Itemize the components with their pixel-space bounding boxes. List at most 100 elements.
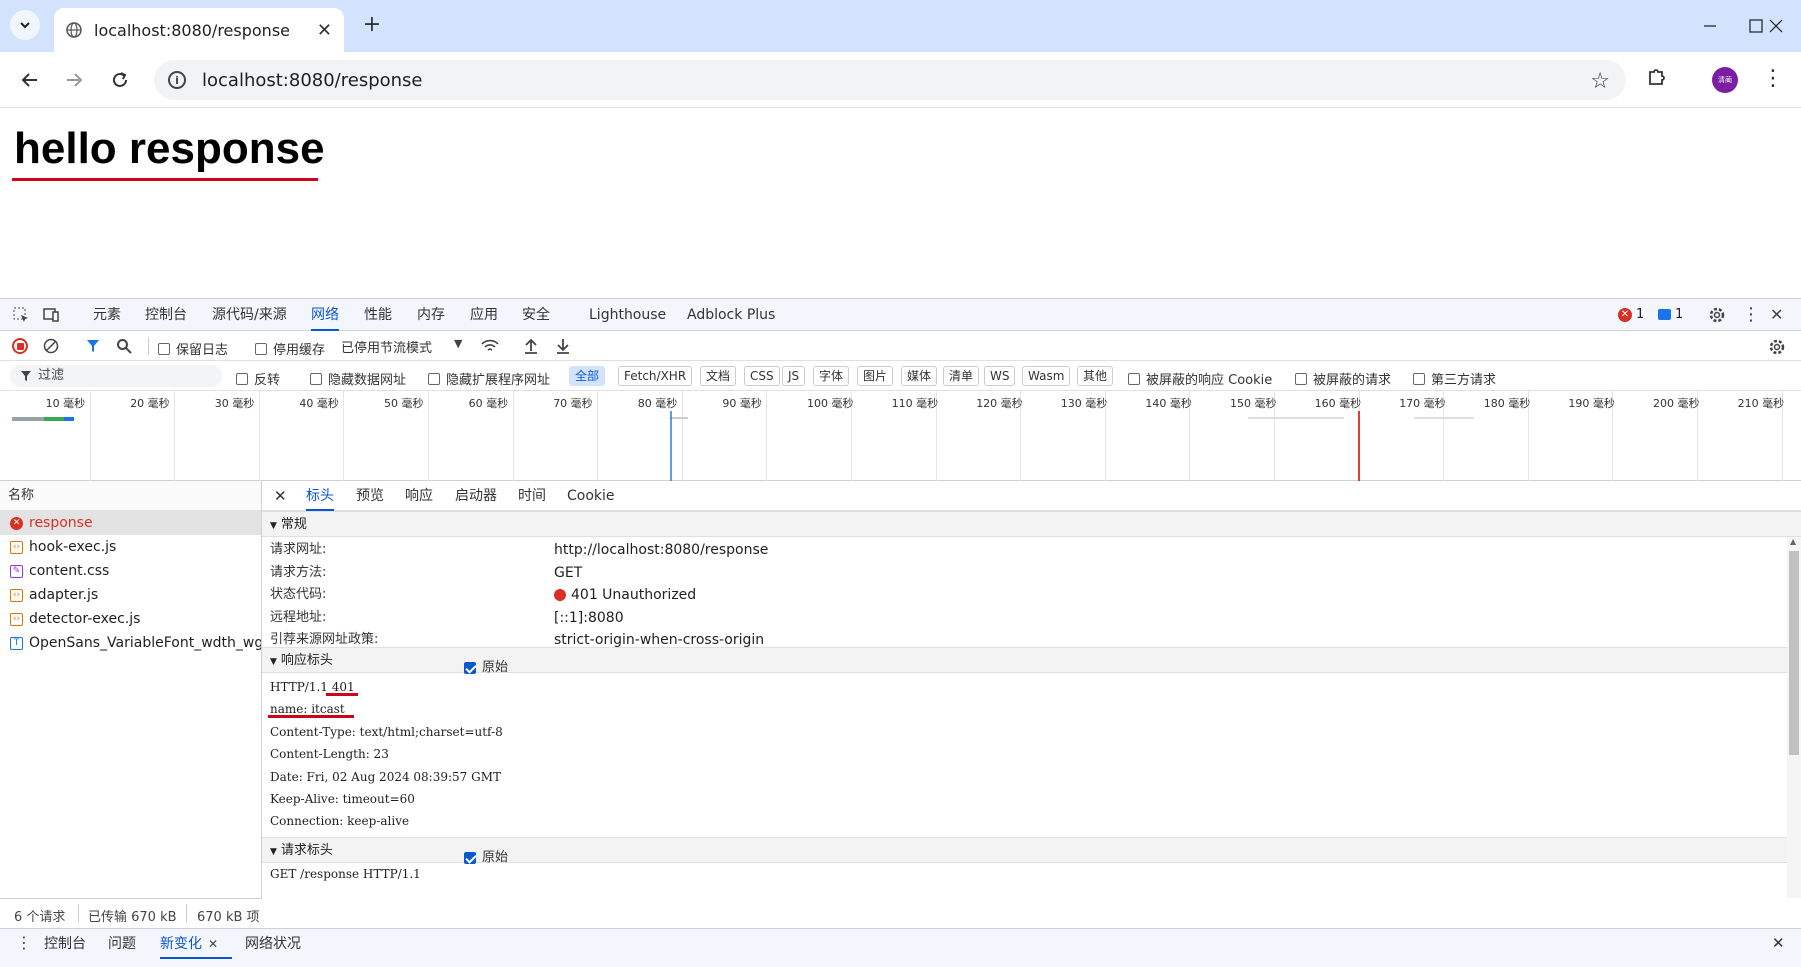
tab-memory[interactable]: 内存 (417, 299, 445, 331)
detail-tab-cookies[interactable]: Cookie (567, 481, 615, 511)
checkbox-box[interactable] (236, 372, 248, 385)
name-column-header[interactable]: 名称 (0, 481, 261, 511)
close-devtools-icon[interactable]: ✕ (1770, 305, 1783, 324)
drawer-menu-icon[interactable]: ⋮ (16, 933, 32, 952)
third-party-checkbox[interactable]: 第三方请求 (1413, 369, 1496, 388)
checkbox-box[interactable] (158, 342, 170, 355)
filter-type-doc[interactable]: 文档 (700, 366, 737, 386)
throttle-select[interactable]: 已停用节流模式 (341, 337, 432, 356)
checkbox-box[interactable] (1295, 372, 1307, 385)
filter-type-css[interactable]: CSS (744, 366, 780, 386)
filter-type-other[interactable]: 其他 (1077, 366, 1114, 386)
browser-menu-icon[interactable]: ⋮ (1762, 66, 1784, 92)
back-button[interactable] (16, 66, 44, 94)
filter-input[interactable]: 过滤 (10, 365, 222, 387)
reload-button[interactable] (106, 66, 134, 94)
drawer-tab-issues[interactable]: 问题 (108, 929, 136, 959)
tab-adblock-plus[interactable]: Adblock Plus (687, 299, 775, 331)
status-code-value[interactable]: 401 Unauthorized (554, 584, 696, 607)
hide-data-urls-checkbox[interactable]: 隐藏数据网址 (310, 369, 406, 388)
forward-button[interactable] (60, 66, 88, 94)
close-tab-icon[interactable]: ✕ (208, 937, 218, 951)
filter-icon[interactable] (86, 338, 100, 354)
tab-elements[interactable]: 元素 (93, 299, 121, 331)
message-counter[interactable]: 1 (1658, 307, 1683, 322)
inspect-element-icon[interactable] (12, 306, 30, 324)
tab-lighthouse[interactable]: Lighthouse (589, 299, 666, 331)
blocked-requests-checkbox[interactable]: 被屏蔽的请求 (1295, 369, 1391, 388)
search-icon[interactable] (116, 338, 132, 354)
close-detail-icon[interactable]: ✕ (274, 487, 287, 505)
raw-checkbox[interactable]: 原始 (464, 845, 508, 871)
checkbox-box[interactable] (310, 372, 322, 385)
detail-tab-response[interactable]: 响应 (405, 481, 433, 511)
clear-icon[interactable] (43, 338, 59, 354)
profile-avatar[interactable]: 清蔺 (1712, 67, 1738, 93)
tab-console[interactable]: 控制台 (145, 299, 187, 331)
response-headers-section-header[interactable]: ▼ 响应标头 原始 (262, 647, 1801, 675)
checkbox-box[interactable] (464, 852, 476, 864)
request-row[interactable]: ✎ content.css (0, 559, 261, 583)
request-row[interactable]: T OpenSans_VariableFont_wdth_wg... (0, 631, 261, 655)
tab-search-button[interactable] (10, 10, 40, 40)
blocked-cookies-checkbox[interactable]: 被屏蔽的响应 Cookie (1128, 369, 1272, 388)
disable-cache-checkbox[interactable]: 停用缓存 (255, 339, 325, 358)
error-counter[interactable]: ✕ 1 (1618, 307, 1644, 322)
filter-type-all[interactable]: 全部 (569, 366, 606, 386)
drawer-tab-network-conditions[interactable]: 网络状况 (245, 929, 301, 959)
tab-security[interactable]: 安全 (522, 299, 550, 331)
checkbox-box[interactable] (1128, 372, 1140, 385)
tab-network[interactable]: 网络 (311, 299, 339, 331)
tab-sources[interactable]: 源代码/来源 (212, 299, 287, 331)
invert-checkbox[interactable]: 反转 (236, 369, 280, 388)
detail-scrollbar[interactable]: ▲ (1787, 537, 1801, 898)
general-section-header[interactable]: ▼ 常规 (262, 511, 1801, 537)
request-row[interactable]: ✕ response (0, 511, 261, 535)
kv-value[interactable]: GET (554, 562, 582, 585)
detail-tab-preview[interactable]: 预览 (356, 481, 384, 511)
filter-type-ws[interactable]: WS (984, 366, 1016, 386)
close-drawer-icon[interactable]: ✕ (1772, 934, 1785, 952)
kv-value[interactable]: http://localhost:8080/response (554, 539, 768, 562)
request-row[interactable]: ‹› hook-exec.js (0, 535, 261, 559)
detail-tab-headers[interactable]: 标头 (306, 481, 334, 511)
filter-type-font[interactable]: 字体 (813, 366, 850, 386)
request-row[interactable]: ‹› detector-exec.js (0, 607, 261, 631)
request-row[interactable]: ‹› adapter.js (0, 583, 261, 607)
drawer-tab-console[interactable]: 控制台 (44, 929, 86, 959)
detail-tab-timing[interactable]: 时间 (518, 481, 546, 511)
kv-value[interactable]: [::1]:8080 (554, 607, 624, 630)
filter-type-wasm[interactable]: Wasm (1022, 366, 1071, 386)
chevron-down-icon[interactable]: ▼ (454, 337, 462, 350)
scroll-thumb[interactable] (1789, 551, 1799, 755)
close-tab-icon[interactable]: ✕ (317, 20, 332, 41)
record-stop-icon[interactable] (12, 338, 28, 354)
hide-extension-urls-checkbox[interactable]: 隐藏扩展程序网址 (428, 369, 550, 388)
scroll-up-icon[interactable]: ▲ (1790, 537, 1796, 546)
filter-type-media[interactable]: 媒体 (901, 366, 938, 386)
settings-gear-icon[interactable] (1708, 306, 1726, 324)
tab-performance[interactable]: 性能 (364, 299, 392, 331)
filter-type-manifest[interactable]: 清单 (943, 366, 980, 386)
preserve-log-checkbox[interactable]: 保留日志 (158, 339, 228, 358)
tab-application[interactable]: 应用 (470, 299, 498, 331)
minimize-button[interactable] (1690, 8, 1730, 44)
filter-type-img[interactable]: 图片 (857, 366, 894, 386)
network-settings-gear-icon[interactable] (1768, 338, 1786, 356)
extensions-button[interactable] (1646, 66, 1668, 92)
filter-type-js[interactable]: JS (782, 366, 806, 386)
devtools-menu-icon[interactable]: ⋮ (1742, 304, 1760, 325)
site-info-icon[interactable]: i (168, 71, 186, 89)
device-toolbar-icon[interactable] (42, 306, 60, 324)
export-har-icon[interactable] (555, 337, 571, 355)
network-conditions-icon[interactable] (480, 338, 500, 354)
import-har-icon[interactable] (523, 337, 539, 355)
new-tab-button[interactable]: + (358, 12, 386, 40)
checkbox-box[interactable] (428, 372, 440, 385)
browser-tab[interactable]: localhost:8080/response ✕ (54, 8, 344, 52)
network-overview-timeline[interactable]: 10 毫秒 20 毫秒 30 毫秒 40 毫秒 50 毫秒 60 毫秒 70 毫秒 80 毫秒… (0, 391, 1801, 481)
detail-tab-initiator[interactable]: 启动器 (455, 481, 497, 511)
close-window-button[interactable] (1756, 8, 1796, 44)
request-headers-section-header[interactable]: ▼ 请求标头 原始 (262, 837, 1801, 865)
bookmark-star-icon[interactable]: ☆ (1590, 69, 1610, 94)
